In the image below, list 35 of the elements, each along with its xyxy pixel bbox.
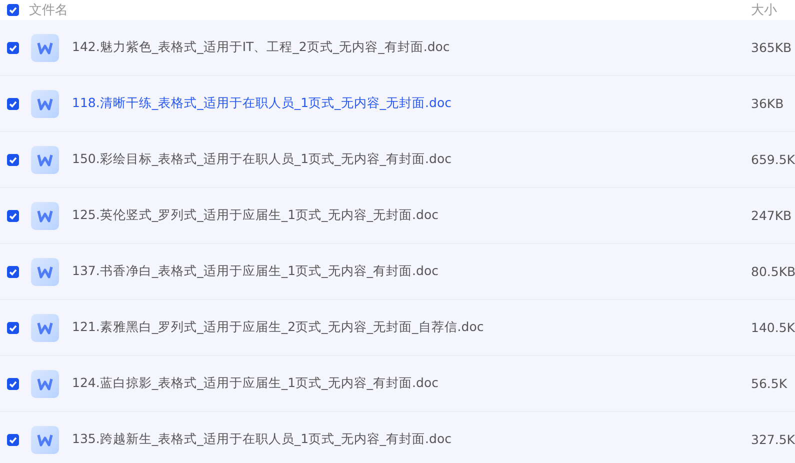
file-name[interactable]: 121.素雅黑白_罗列式_适用于应届生_2页式_无内容_无封面_自荐信.doc bbox=[72, 319, 484, 336]
word-document-icon bbox=[31, 146, 59, 174]
select-all-checkbox[interactable] bbox=[7, 4, 19, 16]
row-checkbox[interactable] bbox=[7, 210, 19, 222]
file-size: 365KB bbox=[751, 40, 793, 55]
file-name[interactable]: 135.跨越新生_表格式_适用于在职人员_1页式_无内容_有封面.doc bbox=[72, 431, 452, 448]
row-checkbox[interactable] bbox=[7, 434, 19, 446]
file-size: 80.5KB bbox=[751, 264, 795, 279]
file-size: 659.5K bbox=[751, 152, 795, 167]
row-checkbox[interactable] bbox=[7, 322, 19, 334]
word-document-icon bbox=[31, 426, 59, 454]
column-header: 大小 bbox=[751, 2, 778, 19]
file-size: 140.5K bbox=[751, 320, 795, 335]
row-checkbox[interactable] bbox=[7, 154, 19, 166]
word-document-icon bbox=[31, 258, 59, 286]
file-name[interactable]: 142.魅力紫色_表格式_适用于IT、工程_2页式_无内容_有封面.doc bbox=[72, 39, 450, 56]
file-size: 247KB bbox=[751, 208, 793, 223]
file-name[interactable]: 125.英伦竖式_罗列式_适用于应届生_1页式_无内容_无封面.doc bbox=[72, 207, 438, 224]
word-document-icon bbox=[31, 370, 59, 398]
row-checkbox[interactable] bbox=[7, 378, 19, 390]
file-name[interactable]: 124.蓝白掠影_表格式_适用于应届生_1页式_无内容_有封面.doc bbox=[72, 375, 438, 392]
file-size: 56.5K bbox=[751, 376, 788, 391]
word-document-icon bbox=[31, 34, 59, 62]
column-header: 文件名 bbox=[29, 2, 68, 19]
word-document-icon bbox=[31, 202, 59, 230]
word-document-icon bbox=[31, 90, 59, 118]
file-size: 36KB bbox=[751, 96, 785, 111]
file-name[interactable]: 150.彩绘目标_表格式_适用于在职人员_1页式_无内容_有封面.doc bbox=[72, 151, 452, 168]
file-name[interactable]: 137.书香净白_表格式_适用于应届生_1页式_无内容_有封面.doc bbox=[72, 263, 438, 280]
row-checkbox[interactable] bbox=[7, 42, 19, 54]
file-name[interactable]: 118.清晰干练_表格式_适用于在职人员_1页式_无内容_无封面.doc bbox=[72, 95, 452, 112]
row-checkbox[interactable] bbox=[7, 98, 19, 110]
word-document-icon bbox=[31, 314, 59, 342]
row-checkbox[interactable] bbox=[7, 266, 19, 278]
file-size: 327.5K bbox=[751, 432, 795, 447]
